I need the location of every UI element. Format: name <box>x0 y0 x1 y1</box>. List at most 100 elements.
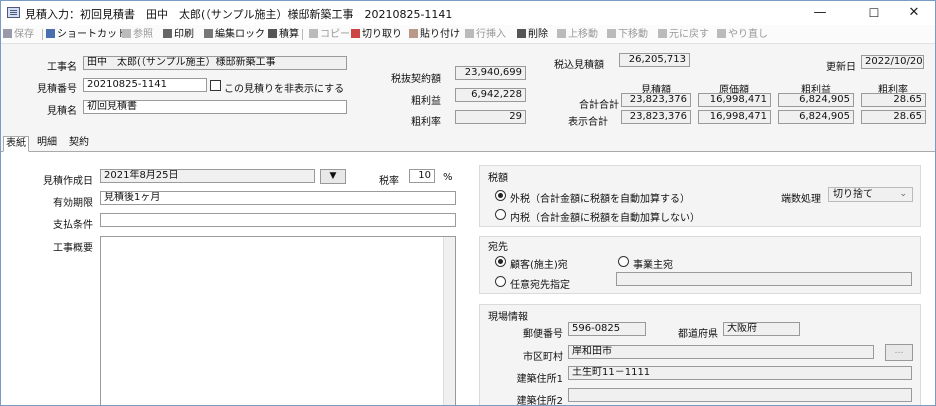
tab-contract[interactable]: 契約 <box>67 136 91 152</box>
tax-inclusive-label: 内税（合計金額に税額を自動加算しない） <box>510 213 700 224</box>
minimize-button[interactable]: — <box>797 1 843 25</box>
updated-date-label: 更新日 <box>826 62 856 73</box>
address2-field[interactable] <box>568 388 912 402</box>
display-rate: 28.65 <box>861 110 926 124</box>
tax-group-title: 税額 <box>488 173 508 184</box>
save-button[interactable]: 保存 <box>3 27 34 42</box>
toolbar-divider <box>42 29 43 40</box>
display-estimate: 23,823,376 <box>621 110 691 124</box>
arrow-up-icon <box>557 29 566 38</box>
close-button[interactable]: ✕ <box>891 1 935 25</box>
hide-estimate-label: この見積りを非表示にする <box>224 84 345 95</box>
tax-rate-label: 税率 <box>379 176 399 187</box>
validity-label: 有効期限 <box>53 198 93 209</box>
display-cost: 16,998,471 <box>698 110 771 124</box>
calc-button[interactable]: 積算 <box>268 27 299 42</box>
city-lookup-button[interactable]: … <box>885 344 913 361</box>
total-estimate: 23,823,376 <box>621 93 691 107</box>
gross-profit-label: 粗利益 <box>411 96 441 107</box>
recipient-customer-radio[interactable] <box>495 256 506 267</box>
grand-total-label: 合計合計 <box>579 100 619 111</box>
estimate-name-field[interactable]: 初回見積書 <box>83 100 347 114</box>
address2-label: 建築住所2 <box>516 396 563 406</box>
tax-exclusive-label: 外税（合計金額に税額を自動加算する） <box>510 194 690 205</box>
gross-profit-field: 6,942,228 <box>455 88 526 102</box>
recipient-owner-radio[interactable] <box>618 256 629 267</box>
project-name-label: 工事名 <box>47 62 77 73</box>
tax-inclusive-radio[interactable] <box>495 209 506 220</box>
zip-field[interactable]: 596-0825 <box>568 322 646 336</box>
date-dropdown-button[interactable]: ▼ <box>320 169 346 184</box>
summary-scrollbar[interactable] <box>443 237 455 405</box>
recipient-custom-radio[interactable] <box>495 276 506 287</box>
tab-cover[interactable]: 表紙 <box>3 136 29 152</box>
summary-label: 工事概要 <box>53 243 93 254</box>
project-name-field[interactable]: 田中 太郎(（サンプル施主）様邸新築工事 <box>83 56 347 70</box>
cover-panel: 見積作成日 2021年8月25日 ▼ 税率 10 % 有効期限 見積後1ヶ月 支… <box>1 152 935 406</box>
total-rate: 28.65 <box>861 93 926 107</box>
recipient-customer-label: 顧客(施主)宛 <box>510 260 568 271</box>
move-up-button[interactable]: 上移動 <box>557 27 598 42</box>
reference-icon <box>122 29 131 38</box>
site-info-title: 現場情報 <box>488 312 528 323</box>
prefecture-label: 都道府県 <box>678 329 718 340</box>
title-bar: 見積入力：初回見積書 田中 太郎(（サンプル施主）様邸新築工事 20210825… <box>1 1 935 25</box>
total-profit: 6,824,905 <box>778 93 854 107</box>
recipient-custom-field[interactable] <box>616 272 912 286</box>
move-down-button[interactable]: 下移動 <box>607 27 648 42</box>
insert-row-button[interactable]: 行挿入 <box>465 27 506 42</box>
updated-date-field: 2022/10/20 <box>861 55 924 69</box>
prefecture-field[interactable]: 大阪府 <box>723 322 800 336</box>
trash-icon <box>517 29 526 38</box>
tab-details[interactable]: 明細 <box>35 136 59 152</box>
app-icon <box>7 7 20 18</box>
address1-label: 建築住所1 <box>516 374 563 385</box>
save-icon <box>3 29 12 38</box>
percent-sign: % <box>443 172 453 183</box>
toolbar: 保存 ショートカット 参照 印刷 編集ロック 積算 コピー 切り取り 貼り付け … <box>1 25 935 44</box>
summary-textarea[interactable] <box>100 236 456 405</box>
payment-terms-label: 支払条件 <box>53 220 93 231</box>
delete-button[interactable]: 削除 <box>517 27 548 42</box>
created-date-field[interactable]: 2021年8月25日 <box>100 169 315 183</box>
city-field[interactable]: 岸和田市 <box>568 345 874 359</box>
estimate-window: 見積入力：初回見積書 田中 太郎(（サンプル施主）様邸新築工事 20210825… <box>0 0 936 406</box>
redo-icon <box>717 29 726 38</box>
reference-button[interactable]: 参照 <box>122 27 153 42</box>
gross-profit-rate-field: 29 <box>455 110 526 124</box>
cut-button[interactable]: 切り取り <box>351 27 402 42</box>
city-label: 市区町村 <box>523 352 563 363</box>
recipient-custom-label: 任意宛先指定 <box>510 280 570 291</box>
created-date-label: 見積作成日 <box>43 176 93 187</box>
display-profit: 6,824,905 <box>778 110 854 124</box>
scissors-icon <box>351 29 360 38</box>
pretax-amount-label: 税抜契約額 <box>391 74 441 85</box>
shortcut-button[interactable]: ショートカット <box>46 27 127 42</box>
toolbar-divider <box>302 29 303 40</box>
window-title: 見積入力：初回見積書 田中 太郎(（サンプル施主）様邸新築工事 20210825… <box>25 8 453 21</box>
undo-button[interactable]: 元に戻す <box>658 27 709 42</box>
zip-label: 郵便番号 <box>523 329 563 340</box>
rounding-select[interactable]: 切り捨て ⌄ <box>828 187 913 202</box>
estimate-number-field[interactable]: 20210825-1141 <box>83 78 207 92</box>
payment-terms-field[interactable] <box>100 213 456 227</box>
undo-icon <box>658 29 667 38</box>
address1-field[interactable]: 土生町11－1111 <box>568 366 912 380</box>
arrow-down-icon <box>607 29 616 38</box>
recipient-group-title: 宛先 <box>488 242 508 253</box>
chevron-down-icon: ⌄ <box>899 189 907 199</box>
estimate-number-label: 見積番号 <box>37 84 77 95</box>
hide-estimate-checkbox[interactable] <box>210 80 221 91</box>
recipient-owner-label: 事業主宛 <box>633 260 673 271</box>
tax-exclusive-radio[interactable] <box>495 190 506 201</box>
gross-profit-rate-label: 粗利率 <box>411 117 441 128</box>
rounding-label: 端数処理 <box>781 194 821 205</box>
tax-rate-field[interactable]: 10 <box>409 169 435 183</box>
redo-button[interactable]: やり直し <box>717 27 768 42</box>
print-button[interactable]: 印刷 <box>163 27 194 42</box>
edit-lock-button[interactable]: 編集ロック <box>204 27 265 42</box>
paste-button[interactable]: 貼り付け <box>409 27 460 42</box>
validity-field[interactable]: 見積後1ヶ月 <box>100 191 456 205</box>
insert-row-icon <box>465 29 474 38</box>
copy-button[interactable]: コピー <box>309 27 350 42</box>
